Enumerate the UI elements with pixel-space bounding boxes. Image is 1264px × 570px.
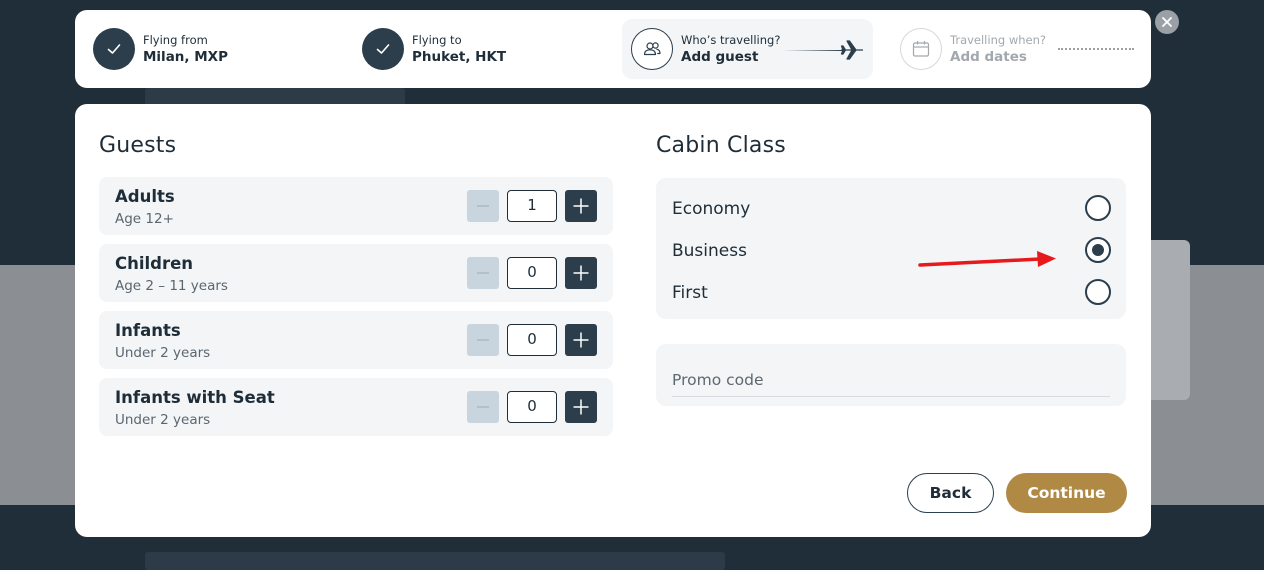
step-value: Phuket, HKT [412,48,507,65]
decrease-button[interactable] [467,257,499,289]
check-icon [93,28,135,70]
increase-button[interactable] [565,190,597,222]
cabin-class-title: Cabin Class [656,133,786,158]
booking-stepper: Flying from Milan, MXP Flying to Phuket,… [75,10,1151,88]
decrease-button[interactable] [467,324,499,356]
step-label: Flying to [412,32,462,47]
guest-type-label: Children [115,254,194,273]
minus-icon [477,339,489,341]
radio-selected-dot [1092,244,1104,256]
plus-icon [573,198,589,214]
cabin-option-label: First [672,283,708,303]
backdrop-heading-2 [145,552,725,570]
guest-type-label: Infants [115,321,181,340]
guests-icon [631,28,673,70]
quantity-field[interactable]: 0 [507,391,557,423]
guest-age-label: Under 2 years [115,412,211,428]
step-value: Add dates [950,48,1027,65]
minus-icon [477,272,489,274]
radio-first[interactable] [1085,279,1111,305]
cabin-option-label: Business [672,241,747,261]
quantity-field[interactable]: 0 [507,257,557,289]
step-label: Travelling when? [950,32,1046,47]
radio-business[interactable] [1085,237,1111,263]
back-button[interactable]: Back [907,473,994,513]
calendar-icon [900,28,942,70]
continue-button[interactable]: Continue [1006,473,1127,513]
cabin-option-label: Economy [672,199,751,219]
cabin-option-first[interactable]: First [656,274,1126,316]
guest-row-infants-with-seat: Infants with Seat Under 2 years 0 [99,378,613,436]
promo-code-box [656,344,1126,406]
guest-row-infants: Infants Under 2 years 0 [99,311,613,369]
guest-age-label: Under 2 years [115,345,211,361]
close-icon [1162,17,1172,27]
plus-icon [573,399,589,415]
guest-age-label: Age 12+ [115,211,174,227]
decrease-button[interactable] [467,190,499,222]
step-value: Add guest [681,48,759,65]
step-flying-from[interactable]: Flying from Milan, MXP [93,10,228,88]
progress-line [783,50,843,51]
step-whos-travelling[interactable]: Who’s travelling? Add guest [631,10,780,88]
guest-selection-modal: Guests Adults Age 12+ 1 Children Age 2 –… [75,104,1151,537]
decrease-button[interactable] [467,391,499,423]
annotation-arrow-icon [918,251,1056,267]
step-flying-to[interactable]: Flying to Phuket, HKT [362,10,506,88]
cabin-option-economy[interactable]: Economy [656,190,1126,232]
guest-age-label: Age 2 – 11 years [115,278,228,294]
increase-button[interactable] [565,324,597,356]
increase-button[interactable] [565,391,597,423]
quantity-field[interactable]: 0 [507,324,557,356]
guest-type-label: Infants with Seat [115,388,275,407]
step-value: Milan, MXP [143,48,228,65]
quantity-field[interactable]: 1 [507,190,557,222]
plus-icon [573,265,589,281]
plus-icon [573,332,589,348]
pending-line [1058,48,1134,50]
check-icon [362,28,404,70]
guest-type-label: Adults [115,187,175,206]
increase-button[interactable] [565,257,597,289]
guest-row-adults: Adults Age 12+ 1 [99,177,613,235]
step-label: Who’s travelling? [681,32,781,47]
minus-icon [477,406,489,408]
step-label: Flying from [143,32,208,47]
close-button[interactable] [1155,10,1179,34]
promo-code-input[interactable] [672,364,1110,397]
minus-icon [477,205,489,207]
plane-icon [840,39,864,65]
radio-economy[interactable] [1085,195,1111,221]
guests-title: Guests [99,133,177,158]
guest-row-children: Children Age 2 – 11 years 0 [99,244,613,302]
step-travelling-when[interactable]: Travelling when? Add dates [900,10,1046,88]
